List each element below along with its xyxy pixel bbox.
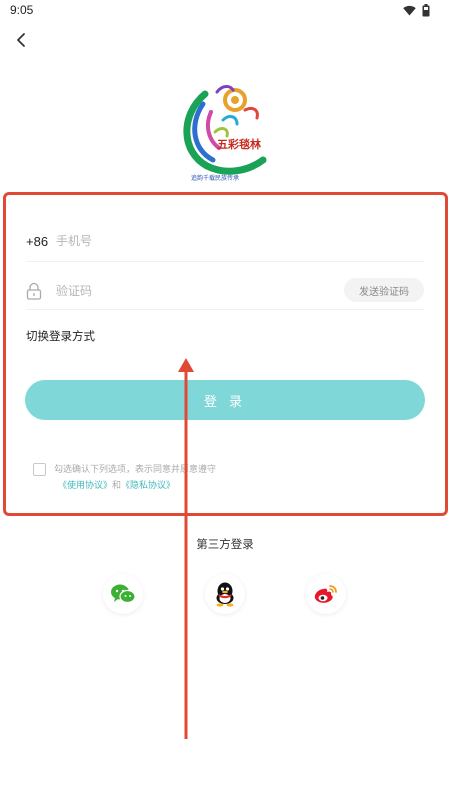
- annotation-arrow: [178, 358, 194, 739]
- weibo-login-button[interactable]: [306, 574, 346, 614]
- phone-input[interactable]: [56, 228, 416, 254]
- wechat-login-button[interactable]: [103, 574, 143, 614]
- lock-icon: [26, 282, 42, 300]
- wifi-icon: [403, 5, 416, 16]
- agreement-and: 和: [112, 481, 122, 491]
- agreement-checkbox[interactable]: [33, 463, 46, 476]
- status-time: 9:05: [10, 3, 34, 17]
- battery-icon: [422, 4, 430, 17]
- logo-emblem-icon: 五彩毯林 追韵千载民族传承: [183, 85, 267, 182]
- qq-login-button[interactable]: [205, 574, 245, 614]
- code-row: 发送验证码: [26, 274, 424, 310]
- qq-icon: [216, 582, 234, 607]
- back-button[interactable]: [10, 28, 34, 52]
- login-button[interactable]: 登 录: [25, 380, 425, 420]
- status-icons: [403, 4, 430, 17]
- send-code-button[interactable]: 发送验证码: [344, 278, 424, 302]
- agreement-links: 《使用协议》和《隐私协议》: [58, 478, 175, 495]
- wechat-icon: [111, 584, 136, 604]
- logo-title: 五彩毯林: [217, 137, 261, 151]
- switch-login-mode-link[interactable]: 切换登录方式: [26, 328, 95, 344]
- third-party-login-title: 第三方登录: [196, 537, 254, 551]
- weibo-icon: [314, 585, 337, 603]
- terms-of-use-link[interactable]: 《使用协议》: [58, 481, 112, 491]
- status-bar: 9:05: [0, 0, 450, 22]
- privacy-policy-link[interactable]: 《隐私协议》: [121, 481, 175, 491]
- app-logo: 五彩毯林 追韵千载民族传承: [175, 80, 275, 185]
- verification-code-input[interactable]: [56, 278, 336, 304]
- logo-slogan: 追韵千载民族传承: [191, 174, 239, 182]
- phone-row: +86: [26, 224, 424, 262]
- country-code[interactable]: +86: [26, 234, 48, 249]
- chevron-left-icon: [17, 33, 25, 47]
